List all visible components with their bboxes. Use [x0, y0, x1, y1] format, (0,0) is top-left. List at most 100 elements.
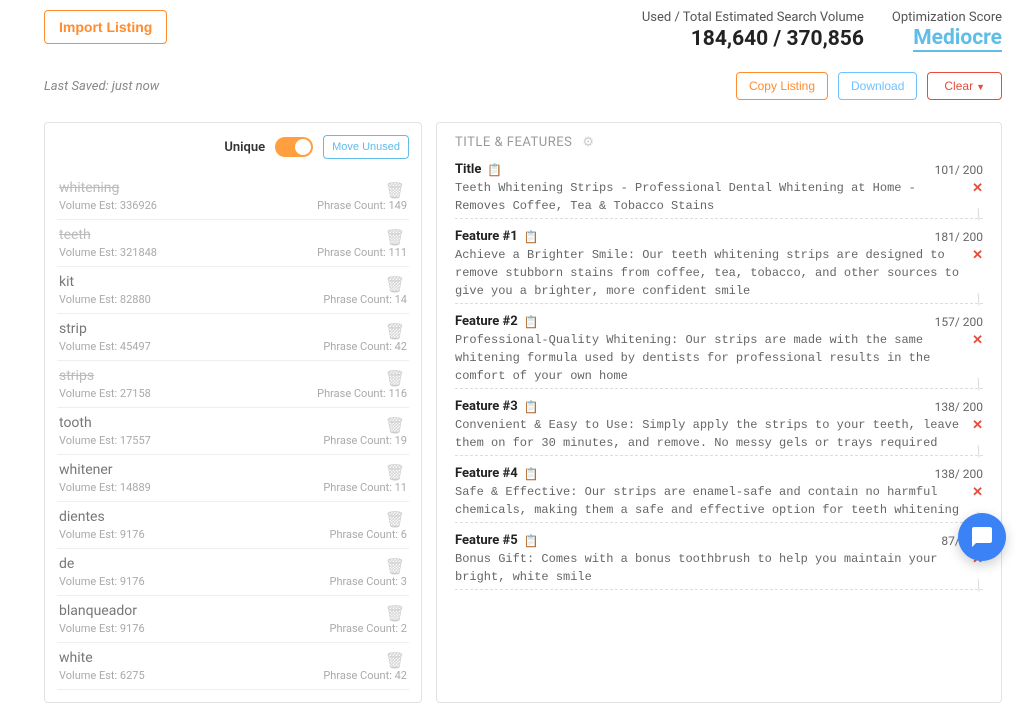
close-icon[interactable]: ✕ [972, 418, 983, 433]
keyword-phrase-count: Phrase Count: 42 [323, 669, 407, 682]
search-volume-stat: Used / Total Estimated Search Volume 184… [642, 10, 864, 52]
keyword-name: de [59, 556, 407, 572]
keyword-phrase-count: Phrase Count: 11 [323, 481, 407, 494]
feature-text[interactable]: Safe & Effective: Our strips are enamel-… [455, 483, 983, 523]
keyword-phrase-count: Phrase Count: 116 [317, 387, 407, 400]
feature-label: Feature #4 [455, 466, 518, 481]
char-count: 138/ 200 [935, 467, 983, 481]
trash-icon[interactable]: 🗑 [385, 604, 405, 623]
unique-label: Unique [224, 140, 265, 155]
trash-icon[interactable]: 🗑 [385, 557, 405, 576]
gear-icon[interactable]: ⚙ [582, 135, 594, 150]
download-button[interactable]: Download [838, 72, 917, 100]
char-count: 101/ 200 [935, 163, 983, 177]
close-icon[interactable]: ✕ [972, 181, 983, 196]
keyword-row[interactable]: white Volume Est: 6275Phrase Count: 42🗑 [57, 643, 409, 690]
char-count: 181/ 200 [935, 230, 983, 244]
keyword-volume: Volume Est: 9176 [59, 622, 330, 635]
copy-icon[interactable]: 📋 [487, 163, 502, 177]
copy-icon[interactable]: 📋 [524, 230, 539, 244]
keyword-row[interactable]: stripsVolume Est: 27158Phrase Count: 116… [57, 361, 409, 408]
feature-head: Feature #1 📋 181/ 200 [455, 229, 983, 244]
feature-text[interactable]: Achieve a Brighter Smile: Our teeth whit… [455, 246, 983, 304]
keyword-row[interactable]: blanqueador Volume Est: 9176Phrase Count:… [57, 596, 409, 643]
keyword-phrase-count: Phrase Count: 14 [323, 293, 407, 306]
keyword-row[interactable]: dientesVolume Est: 9176Phrase Count: 6🗑 [57, 502, 409, 549]
feature-text[interactable]: Teeth Whitening Strips - Professional De… [455, 179, 983, 219]
trash-icon[interactable]: 🗑 [385, 181, 405, 200]
keyword-name: whitener [59, 462, 407, 478]
close-icon[interactable]: ✕ [972, 248, 983, 263]
optimization-score-label: Optimization Score [892, 10, 1002, 25]
feature-label: Title [455, 162, 481, 177]
keyword-row[interactable]: whitening Volume Est: 336926Phrase Count:… [57, 173, 409, 220]
trash-icon[interactable]: 🗑 [385, 510, 405, 529]
keyword-volume: Volume Est: 9176 [59, 575, 330, 588]
copy-icon[interactable]: 📋 [524, 467, 539, 481]
keyword-meta: Volume Est: 82880Phrase Count: 14 [59, 293, 407, 306]
keyword-meta: Volume Est: 6275Phrase Count: 42 [59, 669, 407, 682]
keyword-meta: Volume Est: 27158Phrase Count: 116 [59, 387, 407, 400]
trash-icon[interactable]: 🗑 [385, 651, 405, 670]
keyword-phrase-count: Phrase Count: 19 [323, 434, 407, 447]
trash-icon[interactable]: 🗑 [385, 228, 405, 247]
clear-button[interactable]: Clear▼ [927, 72, 1002, 100]
keyword-name: blanqueador [59, 603, 407, 619]
keywords-list: whiteningVolume Est: 336926Phrase Count:… [57, 173, 409, 690]
feature-row: Feature #5📋87/ 200 Bonus Gift: Comes with… [455, 533, 983, 590]
subheader: Last Saved: just now Copy Listing Downlo… [44, 72, 1002, 100]
feature-body: Professional-Quality Whitening: Our stri… [455, 331, 983, 389]
keyword-row[interactable]: teethVolume Est: 321848Phrase Count: 111… [57, 220, 409, 267]
keyword-meta: Volume Est: 9176Phrase Count: 6 [59, 528, 407, 541]
keyword-meta: Volume Est: 9176Phrase Count: 2 [59, 622, 407, 635]
import-listing-button[interactable]: Import Listing [44, 10, 167, 44]
feature-text[interactable]: Convenient & Easy to Use: Simply apply t… [455, 416, 983, 456]
move-unused-button[interactable]: Move Unused [323, 135, 409, 159]
keyword-row[interactable]: toothVolume Est: 17557Phrase Count: 19🗑 [57, 408, 409, 455]
keyword-volume: Volume Est: 336926 [59, 199, 317, 212]
keyword-row[interactable]: kitVolume Est: 82880Phrase Count: 14🗑 [57, 267, 409, 314]
chat-button[interactable] [958, 513, 1006, 561]
optimization-score-stat: Optimization Score Mediocre [892, 10, 1002, 52]
feature-text[interactable]: Bonus Gift: Comes with a bonus toothbrus… [455, 550, 983, 590]
topbar: Import Listing Used / Total Estimated Se… [44, 10, 1002, 52]
keyword-name: white [59, 650, 407, 666]
feature-label: Feature #2 [455, 314, 518, 329]
close-icon[interactable]: ✕ [972, 333, 983, 348]
keyword-phrase-count: Phrase Count: 149 [317, 199, 407, 212]
keywords-panel: Unique Move Unused whitening Volume Est: … [44, 122, 422, 703]
copy-listing-button[interactable]: Copy Listing [736, 72, 828, 100]
keyword-name: tooth [59, 415, 407, 431]
copy-icon[interactable]: 📋 [524, 315, 539, 329]
features-header: TITLE & FEATURES ⚙ [455, 135, 983, 150]
features-list: Title 📋 101/ 200 Teeth Whitening Strips - P… [455, 162, 983, 590]
feature-body: Teeth Whitening Strips - Professional De… [455, 179, 983, 219]
copy-icon[interactable]: 📋 [524, 400, 539, 414]
trash-icon[interactable]: 🗑 [385, 275, 405, 294]
keyword-phrase-count: Phrase Count: 3 [330, 575, 407, 588]
trash-icon[interactable]: 🗑 [385, 463, 405, 482]
keyword-row[interactable]: de Volume Est: 9176Phrase Count: 3🗑 [57, 549, 409, 596]
trash-icon[interactable]: 🗑 [385, 322, 405, 341]
feature-head: Feature #2📋157/ 200 [455, 314, 983, 329]
search-volume-label: Used / Total Estimated Search Volume [642, 10, 864, 25]
feature-body: Bonus Gift: Comes with a bonus toothbrus… [455, 550, 983, 590]
keyword-row[interactable]: stripVolume Est: 45497Phrase Count: 42🗑 [57, 314, 409, 361]
keyword-name: whitening [59, 180, 407, 196]
close-icon[interactable]: ✕ [972, 485, 983, 500]
keyword-meta: Volume Est: 336926Phrase Count: 149 [59, 199, 407, 212]
feature-label: Feature #3 [455, 399, 518, 414]
keyword-row[interactable]: whitenerVolume Est: 14889Phrase Count: 1… [57, 455, 409, 502]
trash-icon[interactable]: 🗑 [385, 369, 405, 388]
feature-row: Feature #1 📋 181/ 200 Achieve a Brighter Sm… [455, 229, 983, 304]
feature-text[interactable]: Professional-Quality Whitening: Our stri… [455, 331, 983, 389]
unique-toggle[interactable] [275, 137, 313, 157]
chat-icon [970, 525, 994, 549]
trash-icon[interactable]: 🗑 [385, 416, 405, 435]
copy-icon[interactable]: 📋 [524, 534, 539, 548]
feature-row: Feature #4 📋 138/ 200 Safe & Effective: Our… [455, 466, 983, 523]
feature-head: Feature #5📋87/ 200 [455, 533, 983, 548]
feature-label: Feature #1 [455, 229, 518, 244]
action-buttons: Copy Listing Download Clear▼ [736, 72, 1002, 100]
chevron-down-icon: ▼ [976, 82, 985, 92]
